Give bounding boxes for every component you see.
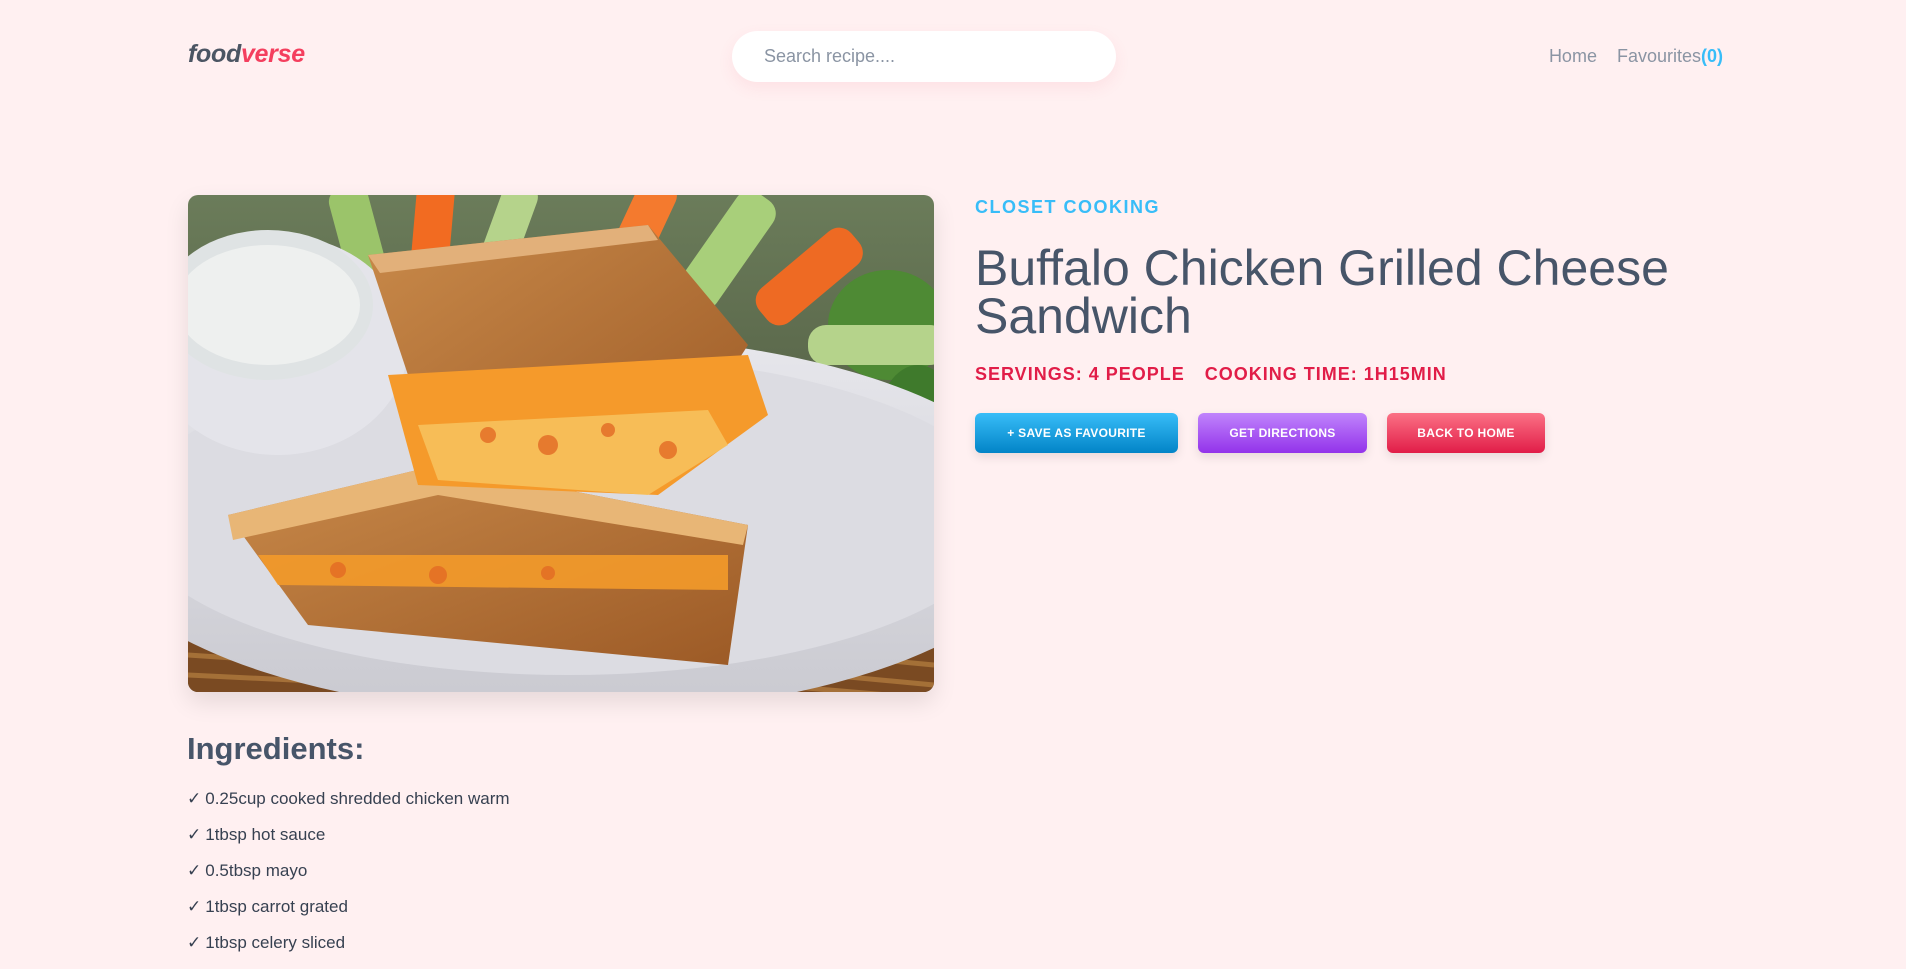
recipe-cooking-time: COOKING TIME: 1H15MIN [1204, 364, 1447, 384]
recipe-details: CLOSET COOKING Buffalo Chicken Grilled C… [975, 197, 1735, 453]
ingredient-item: ✓ 0.5tbsp mayo [187, 861, 947, 897]
logo-part-verse: verse [240, 40, 305, 68]
check-icon: ✓ [187, 897, 202, 916]
nav-home-link[interactable]: Home [1549, 46, 1597, 67]
ingredients-list: ✓ 0.25cup cooked shredded chicken warm ✓ 1… [187, 789, 947, 969]
search-input[interactable] [764, 46, 1116, 67]
get-directions-button[interactable]: GET DIRECTIONS [1198, 413, 1367, 453]
logo-part-food: food [188, 40, 241, 68]
ingredients-section: Ingredients: ✓ 0.25cup cooked shredded ch… [187, 731, 947, 969]
check-icon: ✓ [187, 861, 202, 880]
ingredient-text: 0.25cup cooked shredded chicken warm [205, 789, 510, 808]
ingredient-item: ✓ 1tbsp carrot grated [187, 897, 947, 933]
recipe-actions: + SAVE AS FAVOURITE GET DIRECTIONS BACK … [975, 413, 1735, 453]
save-favourite-button[interactable]: + SAVE AS FAVOURITE [975, 413, 1178, 453]
check-icon: ✓ [187, 933, 202, 952]
ingredient-text: 0.5tbsp mayo [205, 861, 308, 880]
ingredient-text: 1tbsp carrot grated [205, 897, 348, 916]
site-header: foodverse Home Favourites(0) [0, 0, 1906, 112]
ingredient-item: ✓ 0.25cup cooked shredded chicken warm [187, 789, 947, 825]
favourites-count-badge: (0) [1701, 46, 1723, 66]
recipe-servings: SERVINGS: 4 PEOPLE [975, 364, 1185, 384]
recipe-publisher: CLOSET COOKING [975, 197, 1161, 217]
recipe-meta: SERVINGS: 4 PEOPLE COOKING TIME: 1H15MIN [975, 364, 1735, 385]
back-to-home-button[interactable]: BACK TO HOME [1387, 413, 1545, 453]
nav-favourites-label: Favourites [1616, 46, 1701, 66]
ingredient-text: 1tbsp celery sliced [205, 933, 346, 952]
check-icon: ✓ [187, 825, 202, 844]
ingredient-item: ✓ 1tbsp celery sliced [187, 933, 947, 969]
nav-favourites-link[interactable]: Favourites(0) [1617, 46, 1723, 67]
logo[interactable]: foodverse [188, 40, 305, 69]
ingredient-text: 1tbsp hot sauce [205, 825, 326, 844]
search-bar [732, 31, 1116, 82]
main-nav: Home Favourites(0) [1549, 46, 1723, 67]
check-icon: ✓ [187, 789, 202, 808]
recipe-title: Buffalo Chicken Grilled Cheese Sandwich [975, 240, 1669, 344]
sandwich-photo-illustration [188, 195, 934, 692]
ingredient-item: ✓ 1tbsp hot sauce [187, 825, 947, 861]
ingredients-heading: Ingredients: [187, 731, 365, 766]
recipe-image [188, 195, 934, 692]
